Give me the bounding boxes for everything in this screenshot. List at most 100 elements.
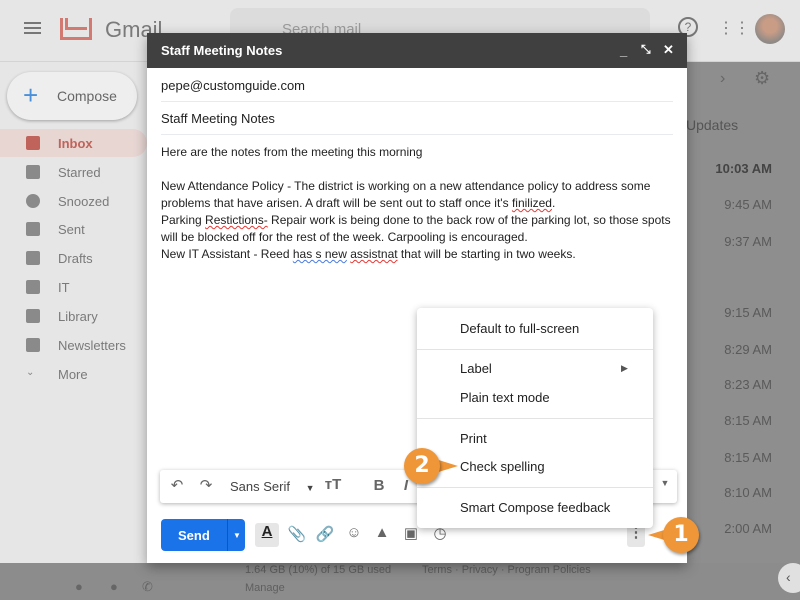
font-size-icon[interactable]: тT <box>322 476 344 493</box>
misspelled-word[interactable]: assistnat <box>350 247 397 261</box>
close-icon[interactable]: ✕ <box>663 42 674 58</box>
label-icon <box>26 309 40 323</box>
emoji-icon[interactable]: ☺ <box>343 524 365 541</box>
hangouts-icon[interactable]: ● <box>110 579 118 594</box>
email-time: 10:03 AM <box>715 161 772 176</box>
menu-icon[interactable] <box>24 22 41 24</box>
next-page-icon[interactable]: › <box>720 70 725 88</box>
email-time: 9:45 AM <box>724 197 772 212</box>
manage-link[interactable]: Manage <box>245 582 285 594</box>
storage-usage: 1.64 GB (10%) of 15 GB used <box>245 564 392 576</box>
sidebar-item-label: Snoozed <box>58 193 110 209</box>
sidebar-item-sent[interactable]: Sent <box>0 215 147 243</box>
email-time: 8:15 AM <box>724 450 772 465</box>
send-icon <box>26 222 40 236</box>
sidebar-item-label: IT <box>58 279 70 295</box>
sidebar-item-starred[interactable]: Starred <box>0 158 147 186</box>
compose-title: Staff Meeting Notes <box>161 43 283 58</box>
body-line: Here are the notes from the meeting this… <box>161 145 423 159</box>
footer-links[interactable]: Terms · Privacy · Program Policies <box>422 564 591 576</box>
label-icon <box>26 280 40 294</box>
gmail-logo-icon <box>60 18 92 40</box>
label-icon <box>26 338 40 352</box>
sidebar-item-it[interactable]: IT <box>0 273 147 301</box>
email-time: 2:00 AM <box>724 521 772 536</box>
undo-icon[interactable]: ↶ <box>166 476 188 494</box>
clock-icon <box>26 194 40 208</box>
schedule-send-dropdown[interactable]: ▼ <box>227 519 245 551</box>
sidebar: + Compose Inbox Starred Snoozed Sent Dra… <box>0 62 147 570</box>
sidebar-item-drafts[interactable]: Drafts <box>0 244 147 272</box>
sidebar-item-more[interactable]: ⌄ More <box>0 360 147 388</box>
misspelled-word[interactable]: Restictions- <box>205 213 268 227</box>
send-label: Send <box>178 528 210 543</box>
grammar-error[interactable]: has s new <box>293 247 347 261</box>
menu-item-check-spelling[interactable]: Check spelling <box>460 459 545 474</box>
contacts-icon[interactable]: ● <box>75 579 83 594</box>
compose-header: Staff Meeting Notes _ ⤡ ✕ <box>147 33 687 68</box>
menu-item-print[interactable]: Print <box>460 431 487 446</box>
plus-icon: + <box>23 80 39 110</box>
email-time: 8:29 AM <box>724 342 772 357</box>
minimize-icon[interactable]: _ <box>620 43 627 58</box>
compose-button[interactable]: + Compose <box>7 72 137 120</box>
apps-icon[interactable]: ⋮⋮ <box>718 18 750 38</box>
attach-icon[interactable]: 📎 <box>286 525 308 543</box>
email-time: 9:37 AM <box>724 234 772 249</box>
misspelled-word[interactable]: finilized <box>512 196 552 210</box>
font-name: Sans Serif <box>230 479 290 494</box>
redo-icon[interactable]: ↷ <box>195 476 217 494</box>
menu-divider <box>417 487 653 488</box>
font-select[interactable]: Sans Serif ▼ <box>230 479 315 494</box>
email-time: 8:15 AM <box>724 413 772 428</box>
compose-label: Compose <box>57 88 117 104</box>
formatting-options-icon[interactable]: A <box>255 523 279 547</box>
email-time: 8:10 AM <box>724 485 772 500</box>
tab-updates[interactable]: Updates <box>686 117 738 133</box>
message-body[interactable]: Here are the notes from the meeting this… <box>161 144 676 263</box>
body-text: New Attendance Policy - The district is … <box>161 179 651 210</box>
menu-divider <box>417 349 653 350</box>
send-button[interactable]: Send ▼ <box>161 519 245 551</box>
menu-item-default-fullscreen[interactable]: Default to full-screen <box>460 321 579 336</box>
bold-icon[interactable]: B <box>368 477 390 494</box>
step-callout-1: 1 <box>663 517 699 553</box>
body-text: New IT Assistant - Reed <box>161 247 293 261</box>
sidebar-item-label: Drafts <box>58 250 93 266</box>
email-time: 9:15 AM <box>724 305 772 320</box>
body-text: that will be starting in two weeks. <box>397 247 576 261</box>
sidebar-item-newsletters[interactable]: Newsletters <box>0 331 147 359</box>
footer: 1.64 GB (10%) of 15 GB used Manage Terms… <box>0 563 800 600</box>
sidebar-item-snoozed[interactable]: Snoozed <box>0 187 147 215</box>
gear-icon[interactable]: ⚙ <box>754 68 770 89</box>
sidebar-item-label: Newsletters <box>58 337 126 353</box>
sidebar-item-library[interactable]: Library <box>0 302 147 330</box>
more-options-menu: Default to full-screen Label ▶ Plain tex… <box>417 308 653 528</box>
sidebar-item-label: More <box>58 366 88 382</box>
avatar[interactable] <box>755 14 785 44</box>
exit-fullscreen-icon[interactable]: ⤡ <box>641 42 651 57</box>
sidebar-item-inbox[interactable]: Inbox <box>0 129 147 157</box>
phone-icon[interactable]: ✆ <box>142 579 153 595</box>
body-paragraph: New Attendance Policy - The district is … <box>161 179 651 210</box>
draft-icon <box>26 251 40 265</box>
menu-divider <box>417 418 653 419</box>
body-paragraph: Parking Restictions- Repair work is bein… <box>161 212 676 246</box>
subject-field[interactable]: Staff Meeting Notes <box>161 102 673 135</box>
submenu-arrow-icon: ▶ <box>621 363 628 373</box>
link-icon[interactable]: 🔗 <box>314 525 336 543</box>
sidebar-item-label: Starred <box>58 164 101 180</box>
star-icon <box>26 165 40 179</box>
sidebar-item-label: Sent <box>58 221 85 237</box>
drive-icon[interactable]: ▲ <box>371 524 393 541</box>
menu-item-plain-text[interactable]: Plain text mode <box>460 390 550 405</box>
step-callout-2: 2 <box>404 448 440 484</box>
email-time: 8:23 AM <box>724 377 772 392</box>
menu-item-label[interactable]: Label <box>460 361 492 376</box>
body-text: Parking <box>161 213 206 227</box>
chevron-down-icon: ⌄ <box>26 367 35 378</box>
more-formatting-icon[interactable]: ▼ <box>654 478 676 488</box>
to-field[interactable]: pepe@customguide.com <box>161 68 673 102</box>
menu-item-smart-compose-feedback[interactable]: Smart Compose feedback <box>460 500 610 515</box>
side-panel-toggle[interactable]: ‹ <box>778 563 800 593</box>
